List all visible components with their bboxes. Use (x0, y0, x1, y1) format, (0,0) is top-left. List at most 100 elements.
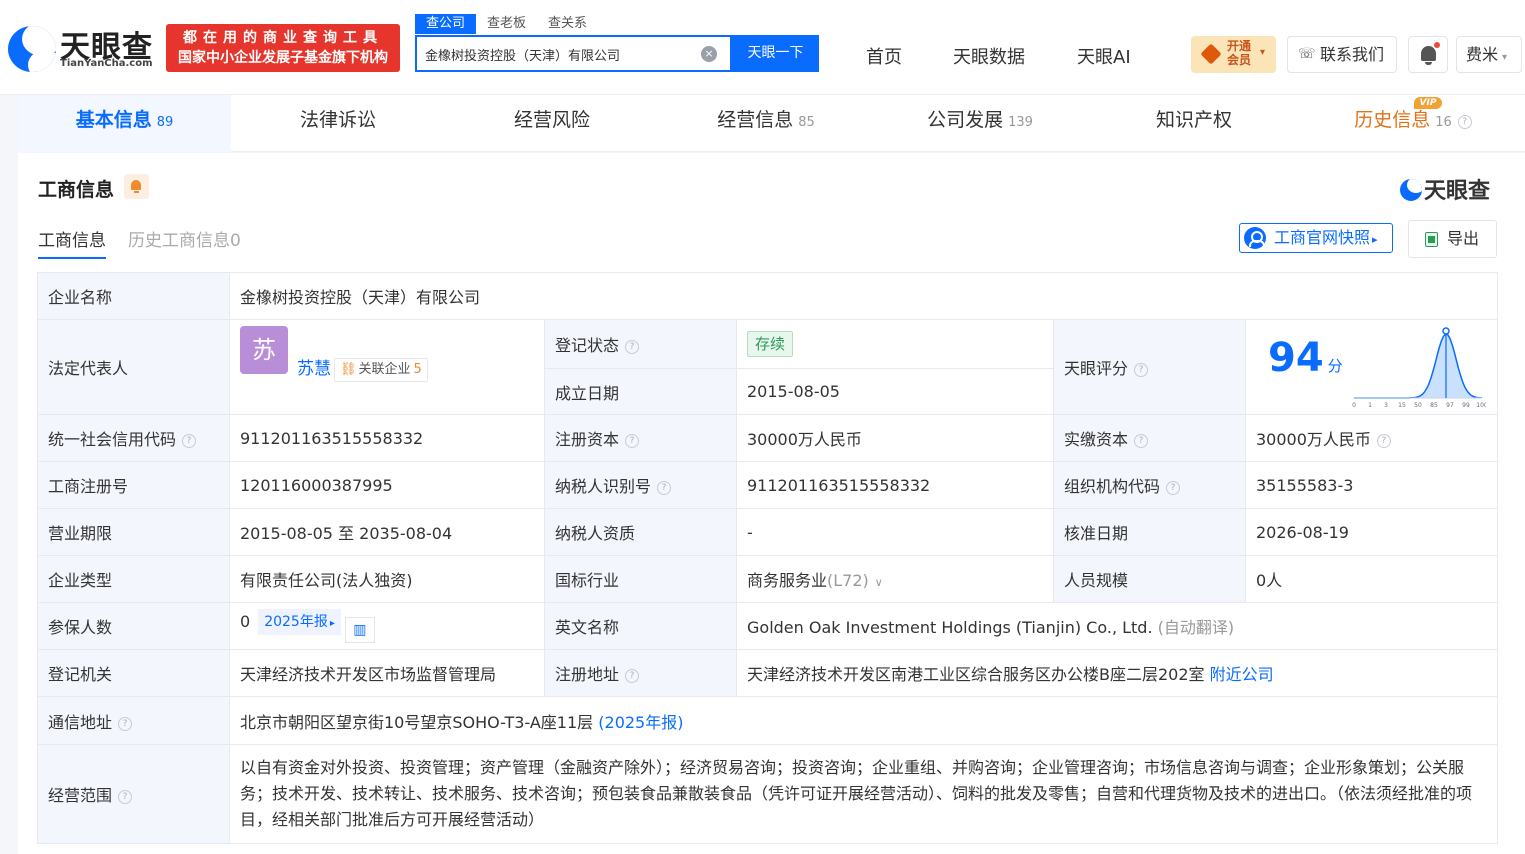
slogan-banner: 都在用的商业查询工具 国家中小企业发展子基金旗下机构 (166, 24, 400, 72)
search-button[interactable]: 天眼一下 (732, 35, 819, 72)
reg-no-label: 工商注册号 (37, 461, 230, 509)
trend-chart-icon[interactable]: ▥ (344, 617, 375, 643)
legal-rep-name-link[interactable]: 苏慧 (297, 359, 331, 379)
nav-ai[interactable]: 天眼AI (1077, 43, 1131, 69)
bell-icon[interactable] (124, 174, 149, 199)
tab-risk[interactable]: 经营风险 (445, 95, 659, 152)
search-tab-relation[interactable]: 查关系 (537, 14, 598, 34)
business-info-table: 企业名称 金橡树投资控股（天津）有限公司 法定代表人 苏 苏慧 ⛓ 关联企业 5 登记… (37, 272, 1498, 844)
staff-label: 人员规模 (1053, 555, 1246, 603)
approve-date-value: 2026-08-19 (1245, 508, 1498, 556)
help-icon[interactable]: ? (625, 434, 640, 448)
section-tabs: 基本信息 89 法律诉讼 经营风险 经营信息 85 公司发展 139 知识产权 历史信… (18, 95, 1525, 152)
search-tab-boss[interactable]: 查老板 (476, 14, 537, 34)
type-label: 企业类型 (37, 555, 230, 603)
tab-count: 139 (1008, 115, 1033, 130)
taxpayer-id-value: 911201163515558332 (736, 461, 1054, 509)
network-icon: ⛓ (340, 362, 357, 377)
en-name-value: Golden Oak Investment Holdings (Tianjin)… (736, 602, 1498, 650)
user-name: 费米 (1466, 45, 1499, 64)
table-row: 经营范围? 以自有资金对外投资、投资管理；资产管理（金融资产除外）；经济贸易咨询… (37, 744, 1498, 844)
help-icon[interactable]: ? (1457, 115, 1472, 129)
slogan-line1: 都在用的商业查询工具 (183, 30, 383, 46)
logo[interactable]: 天眼查 TianYanCha.com (8, 24, 160, 74)
insured-count: 0 (240, 612, 251, 631)
help-icon[interactable]: ? (118, 790, 133, 804)
taxpayer-id-label-text: 纳税人识别号 (555, 477, 652, 496)
user-menu[interactable]: 费米 ▾ (1456, 36, 1522, 73)
scope-value: 以自有资金对外投资、投资管理；资产管理（金融资产除外）；经济贸易咨询；投资咨询；… (229, 744, 1498, 844)
help-icon[interactable]: ? (1376, 434, 1391, 448)
annual-report-button[interactable]: 2025年报 ▸ (258, 609, 341, 635)
mail-label-text: 通信地址 (48, 712, 113, 732)
search-input[interactable] (425, 45, 685, 63)
company-name-label: 企业名称 (37, 272, 230, 320)
tab-legal[interactable]: 法律诉讼 (231, 95, 445, 152)
contact-button[interactable]: ☏ 联系我们 (1287, 36, 1397, 73)
tab-basic-info[interactable]: 基本信息 89 (18, 95, 231, 152)
vip-label: 开通会员 (1227, 39, 1252, 67)
avatar[interactable]: 苏 (240, 326, 288, 374)
help-icon[interactable]: ? (625, 669, 640, 683)
mail-report-link[interactable]: (2025年报) (598, 713, 683, 732)
legal-rep-label: 法定代表人 (37, 319, 230, 415)
notification-button[interactable] (1408, 36, 1448, 73)
score-value: 94 分 (1268, 338, 1343, 386)
nav-home[interactable]: 首页 (866, 43, 902, 69)
score-distribution-chart: 0 1 3 15 50 85 97 99 100 (1352, 327, 1486, 409)
tab-label: 历史信息 (1354, 109, 1431, 131)
help-icon[interactable]: ? (657, 481, 672, 495)
credit-code-label: 统一社会信用代码? (37, 414, 230, 462)
insured-label: 参保人数 (37, 602, 230, 650)
tab-history[interactable]: 历史信息 16? (1301, 95, 1525, 152)
subtab-history-business-info[interactable]: 历史工商信息0 (128, 226, 241, 251)
help-icon[interactable]: ? (182, 434, 197, 448)
tab-business[interactable]: 经营信息 85 (659, 95, 873, 152)
tab-count: 85 (798, 115, 815, 130)
nearby-companies-link[interactable]: 附近公司 (1210, 665, 1274, 684)
logo-mark-icon (8, 26, 56, 72)
panel-title: 工商信息 (38, 179, 115, 201)
help-icon[interactable]: ? (1134, 434, 1149, 448)
reg-no-value: 120116000387995 (229, 461, 545, 509)
chevron-right-icon: ▸ (329, 618, 335, 629)
help-icon[interactable]: ? (1134, 363, 1149, 377)
reg-capital-label-text: 注册资本 (555, 430, 620, 449)
help-icon[interactable]: ? (118, 716, 133, 731)
table-row: 登记机关 天津经济技术开发区市场监督管理局 注册地址? 天津经济技术开发区南港工… (37, 649, 1498, 697)
open-vip-button[interactable]: 开通会员 ▾ (1191, 36, 1276, 73)
search-box: × (415, 35, 732, 72)
x-tick-label: 50 (1414, 402, 1422, 409)
reg-capital-label: 注册资本? (544, 414, 737, 462)
tab-label: 经营信息 (717, 109, 794, 131)
x-tick-label: 3 (1384, 402, 1388, 409)
subtab-business-info[interactable]: 工商信息 (38, 226, 106, 251)
tab-ip[interactable]: 知识产权 (1087, 95, 1301, 152)
industry-value[interactable]: 商务服务业(L72) ∨ (736, 555, 1054, 603)
clear-icon[interactable]: × (701, 46, 717, 62)
table-row: 参保人数 0 2025年报 ▸ ▥ 英文名称 Golden Oak Investmen… (37, 602, 1498, 650)
search-tab-company[interactable]: 查公司 (415, 14, 477, 34)
brand-watermark: 天眼查 (1400, 173, 1490, 205)
related-label: 关联企业 (358, 362, 411, 377)
tax-qual-value: - (736, 508, 1054, 556)
nav-data[interactable]: 天眼数据 (953, 43, 1025, 69)
staff-value: 0人 (1245, 555, 1498, 603)
annual-report-label: 2025年报 (264, 614, 328, 630)
score-cell[interactable]: 94分 0 1 3 15 50 85 97 99 100 (1245, 319, 1498, 415)
table-row: 企业名称 金橡树投资控股（天津）有限公司 (37, 272, 1498, 320)
help-icon[interactable]: ? (625, 340, 640, 354)
active-subtab-indicator (38, 257, 106, 259)
official-snapshot-button[interactable]: 工商官网快照 ▸ (1239, 223, 1393, 253)
tax-qual-label: 纳税人资质 (544, 508, 737, 556)
tab-development[interactable]: 公司发展 139 (873, 95, 1087, 152)
paid-capital-label-text: 实缴资本 (1064, 430, 1129, 449)
export-button[interactable]: 导出 (1408, 220, 1497, 258)
tab-label: 经营风险 (513, 109, 590, 131)
related-companies-badge[interactable]: ⛓ 关联企业 5 (334, 358, 428, 382)
score-number: 94 (1268, 335, 1324, 381)
distribution-area (1354, 334, 1482, 398)
score-label-text: 天眼评分 (1064, 359, 1129, 378)
industry-code: (L72) (827, 571, 869, 590)
help-icon[interactable]: ? (1166, 481, 1181, 495)
